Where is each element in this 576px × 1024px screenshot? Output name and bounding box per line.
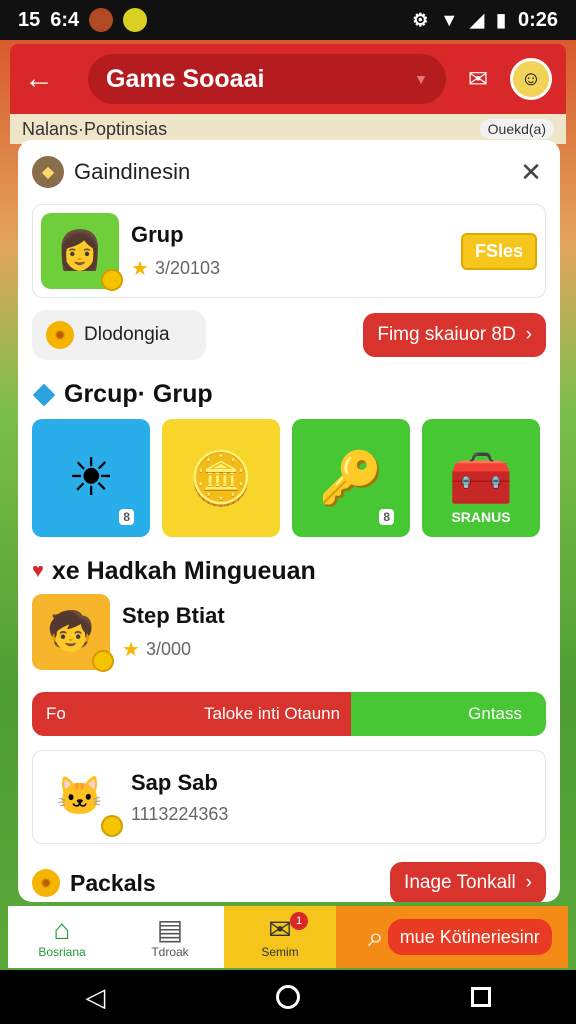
player-name: Step Btiat <box>122 602 225 628</box>
chevron-right-icon: › <box>525 324 532 345</box>
player-avatar: 🧒 <box>32 594 114 672</box>
player-score: 3/000 <box>145 638 191 659</box>
pet-avatar: 🐱 <box>41 759 123 837</box>
close-icon[interactable]: ✕ <box>516 157 546 188</box>
card-header: ◆ Gaindinesin ✕ <box>32 140 546 204</box>
chevron-right-icon: › <box>525 872 532 893</box>
mission-progress-bar[interactable]: Fo Taloke inti Otaunn Gntass <box>32 692 546 736</box>
settings-icon: ⚙ <box>412 9 429 30</box>
tile-chest[interactable]: 🧰 SRANUS <box>422 419 540 537</box>
modal-card: ◆ Gaindinesin ✕ 👩 Grup ★ 3/20103 FSles ✹ … <box>18 140 560 902</box>
nav-book[interactable]: ▤ Tdroak <box>116 906 224 968</box>
pet-id: 1113224363 <box>131 803 229 824</box>
tile-sun[interactable]: ☀ 8 <box>32 419 150 537</box>
coin-icon <box>92 650 114 672</box>
avatar[interactable]: ☺ <box>510 58 552 100</box>
heart-icon: ♥ <box>32 560 44 582</box>
system-nav-bar: ◁ <box>0 970 576 1024</box>
emoji-notification-icon <box>123 8 148 32</box>
download-pill-label: Dlodongia <box>84 324 170 345</box>
guild-icon: ◆ <box>32 156 64 188</box>
featured-group-row[interactable]: 👩 Grup ★ 3/20103 FSles <box>32 204 546 298</box>
back-triangle-icon[interactable]: ◁ <box>85 982 105 1013</box>
nav-mail[interactable]: ✉ 1 Semim <box>224 906 336 968</box>
section-title-group: Grcup· Grup <box>32 380 546 409</box>
sub-header-text: Nalans·Poptinsias <box>22 118 168 139</box>
player-row[interactable]: 🧒 Step Btiat ★ 3/000 <box>32 586 546 678</box>
star-icon: ★ <box>122 638 140 661</box>
sub-header-chip: Ouekd(a) <box>479 119 554 139</box>
sun-icon: ✹ <box>46 321 74 349</box>
progress-left-label: Fo <box>46 704 66 723</box>
section-title-group-text: Grcup· Grup <box>64 380 213 408</box>
star-icon: ★ <box>131 257 149 280</box>
search-icon: ⌕ <box>368 921 384 952</box>
app-title: Game Sooaai <box>106 64 265 93</box>
app-bar: ← Game Sooaai ▼ ✉ ☺ <box>10 44 566 114</box>
section-title-missions: ♥ xe Hadkah Mingueuan <box>32 557 546 586</box>
packages-button[interactable]: Inage Tonkall › <box>390 862 546 902</box>
title-dropdown[interactable]: Game Sooaai ▼ <box>88 54 446 104</box>
battery-icon: ▮ <box>496 9 506 30</box>
pet-name: Sap Sab <box>131 769 218 795</box>
status-time-mid: 6:4 <box>50 8 80 31</box>
wifi-icon: ▼ <box>440 9 459 30</box>
nav-home[interactable]: ⌂ Bosriana <box>8 906 116 968</box>
nav-home-label: Bosriana <box>38 945 86 959</box>
packages-label: Packals <box>70 869 156 896</box>
signal-icon: ◢ <box>470 9 485 30</box>
group-avatar: 👩 <box>41 213 123 291</box>
status-time-right: 0:26 <box>517 8 558 31</box>
home-circle-icon[interactable] <box>275 985 300 1009</box>
tile-tag: SRANUS <box>451 509 511 525</box>
group-chip-button[interactable]: FSles <box>460 232 537 270</box>
status-time-left: 15 <box>18 8 41 31</box>
tile-coins[interactable]: 🪙 <box>162 419 280 537</box>
mail-badge: 1 <box>290 912 308 930</box>
chevron-down-icon: ▼ <box>414 71 428 87</box>
app-notification-icon <box>89 8 114 32</box>
mail-icon: ✉ <box>268 914 292 945</box>
progress-mid-label: Taloke inti Otaunn <box>204 704 341 723</box>
coin-icon <box>101 269 123 291</box>
bottom-nav: ⌂ Bosriana ▤ Tdroak ✉ 1 Semim ⌕ mue Köti… <box>8 906 568 968</box>
recents-square-icon[interactable] <box>470 987 491 1007</box>
section-title-missions-text: xe Hadkah Mingueuan <box>51 557 316 585</box>
download-pill[interactable]: ✹ Dlodongia <box>32 310 206 360</box>
book-icon: ▤ <box>156 914 184 945</box>
notification-icon[interactable]: ✉ <box>458 65 498 94</box>
pet-row[interactable]: 🐱 Sap Sab 1113224363 <box>32 750 546 844</box>
card-title: Gaindinesin <box>74 159 191 184</box>
nav-search[interactable]: ⌕ mue Kötineriesinr <box>336 906 568 968</box>
tile-key[interactable]: 🔑 8 <box>292 419 410 537</box>
packages-button-label: Inage Tonkall <box>404 872 516 893</box>
back-arrow-icon[interactable]: ← <box>24 62 68 96</box>
action-red-button[interactable]: Fimg skaiuor 8D › <box>363 313 546 357</box>
nav-book-label: Tdroak <box>151 945 189 959</box>
home-icon: ⌂ <box>53 914 71 945</box>
status-bar: 15 6:4 ⚙ ▼ ◢ ▮ 0:26 <box>0 0 576 40</box>
action-red-label: Fimg skaiuor 8D <box>377 324 516 345</box>
progress-right-label: Gntass <box>468 704 522 723</box>
reward-tiles: ☀ 8 🪙 🔑 8 🧰 SRANUS <box>32 419 546 537</box>
group-name: Grup <box>131 221 184 247</box>
tile-tag: 8 <box>119 509 134 525</box>
search-pill[interactable]: mue Kötineriesinr <box>387 919 552 955</box>
diamond-icon <box>32 383 56 406</box>
nav-mail-label: Semim <box>261 945 299 959</box>
coin-icon <box>101 815 123 837</box>
tile-tag: 8 <box>379 509 394 525</box>
group-score: 3/20103 <box>154 257 221 278</box>
sun-icon: ✹ <box>32 869 60 897</box>
